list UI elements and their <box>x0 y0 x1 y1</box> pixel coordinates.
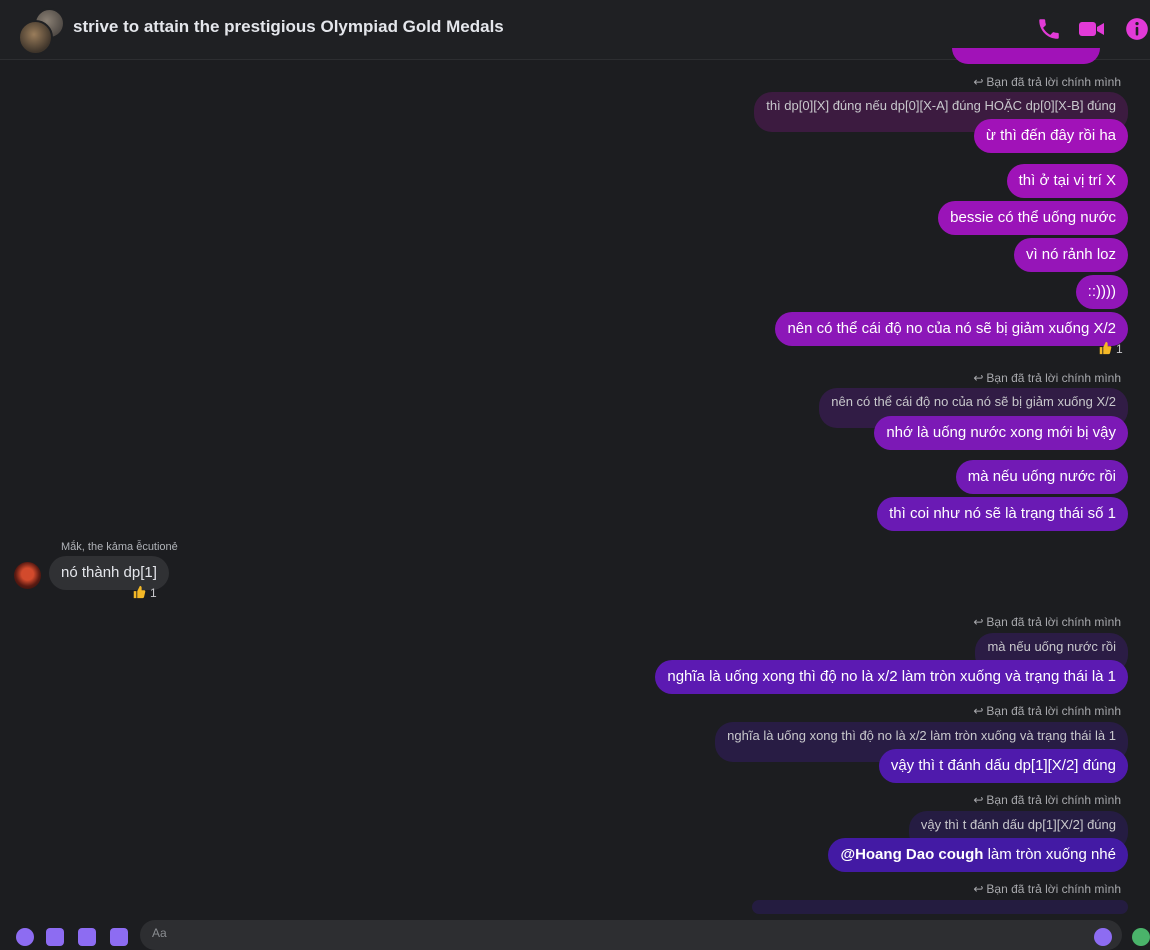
sticker-icon[interactable] <box>78 928 96 946</box>
message-bubble[interactable]: mà nếu uống nước rồi <box>955 460 1128 494</box>
reply-icon: ↩ <box>973 793 984 807</box>
video-call-icon[interactable] <box>1078 16 1106 42</box>
message-input[interactable] <box>140 920 1122 950</box>
conversation-title[interactable]: strive to attain the prestigious Olympia… <box>73 17 504 37</box>
message-bubble[interactable]: thì ở tại vị trí X <box>1006 164 1128 198</box>
message-bubble[interactable]: @Hoang Dao cough làm tròn xuống nhé <box>828 838 1128 872</box>
reply-icon: ↩ <box>973 371 984 385</box>
reply-indicator: ↩ Bạn đã trả lời chính mình <box>973 793 1121 807</box>
message-bubble[interactable]: ::)))) <box>1075 275 1128 309</box>
member-avatar <box>18 20 53 55</box>
reply-icon: ↩ <box>973 75 984 89</box>
message-bubble[interactable]: nghĩa là uống xong thì độ no là x/2 làm … <box>655 660 1128 694</box>
reply-indicator: ↩ Bạn đã trả lời chính mình <box>973 615 1121 629</box>
thumbs-up-icon <box>1098 341 1112 355</box>
phone-icon[interactable] <box>1036 16 1062 42</box>
image-icon[interactable] <box>46 928 64 946</box>
gif-icon[interactable] <box>110 928 128 946</box>
quoted-message-partial[interactable] <box>752 900 1128 914</box>
reaction[interactable]: 1 <box>1098 341 1123 356</box>
thumbs-up-icon <box>132 585 146 599</box>
message-bubble[interactable]: bessie có thể uống nước <box>938 201 1128 235</box>
message-bubble[interactable]: vì nó rảnh loz <box>1013 238 1128 272</box>
reply-indicator: ↩ Bạn đã trả lời chính mình <box>973 882 1121 896</box>
add-icon[interactable] <box>16 928 34 946</box>
sender-avatar[interactable] <box>14 562 41 589</box>
message-bubble-partial <box>952 48 1100 64</box>
reply-indicator: ↩ Bạn đã trả lời chính mình <box>973 704 1121 718</box>
like-icon[interactable] <box>1132 928 1150 946</box>
reply-icon: ↩ <box>973 615 984 629</box>
reply-icon: ↩ <box>973 882 984 896</box>
reply-indicator: ↩ Bạn đã trả lời chính mình <box>973 75 1121 89</box>
emoji-icon[interactable] <box>1094 928 1112 946</box>
message-text: làm tròn xuống nhé <box>983 846 1116 863</box>
reply-indicator: ↩ Bạn đã trả lời chính mình <box>973 371 1121 385</box>
info-icon[interactable] <box>1124 16 1150 42</box>
group-avatar[interactable] <box>18 8 66 55</box>
sender-name: Mắk, the kảma ễcutionẻ <box>61 541 178 553</box>
message-bubble[interactable]: vậy thì t đánh dấu dp[1][X/2] đúng <box>878 749 1128 783</box>
reply-icon: ↩ <box>973 704 984 718</box>
message-bubble[interactable]: ừ thì đến đây rồi ha <box>973 119 1128 153</box>
reaction[interactable]: 1 <box>132 585 157 600</box>
mention[interactable]: @Hoang Dao cough <box>840 846 983 863</box>
message-bubble[interactable]: nhớ là uống nước xong mới bị vậy <box>874 416 1128 450</box>
message-bubble[interactable]: nên có thể cái độ no của nó sẽ bị giảm x… <box>775 312 1128 346</box>
message-bubble[interactable]: thì coi như nó sẽ là trạng thái số 1 <box>877 497 1128 531</box>
